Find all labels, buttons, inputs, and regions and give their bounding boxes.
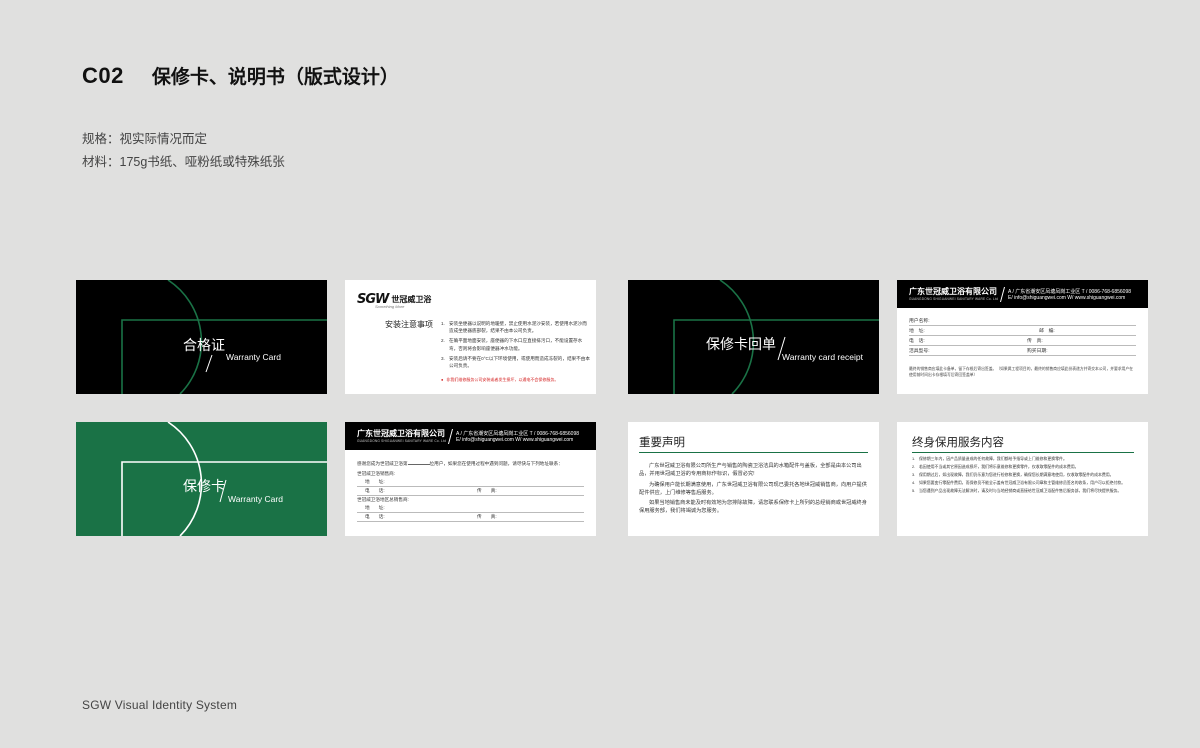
intro-text: 感谢您成为世冠威卫浴第 位用户，如果您在使用过程中遇到问题，请尽快与下列地址联系：: [357, 461, 563, 466]
service-list: 1. 保修期三年内，因产品质量造成的任何故障，我们都给予指导或上门维修和更换零件。…: [912, 456, 1134, 496]
list-item: 4. 如果您要变行零配件费用，而保修员不能全示盖有世冠威卫浴有限公司章和主管维修员…: [912, 480, 1126, 486]
receipt-en-label: Warranty card receipt: [782, 352, 863, 362]
list-item: 3. 安装后请不要在0°C以下环境使用，或使用而造成冻裂的，结果不由本公司负责。: [441, 355, 590, 369]
install-list: 1. 安装坐便器以说明的地暖壁，禁止使用水泥沙安装，若使用水泥沙而造成坐便器底部裂…: [441, 320, 591, 372]
bullet-icon: ●: [441, 377, 444, 382]
company-name-en: GUANGDONG SHIGUANWEI SANITARY WARE Co. L…: [357, 439, 447, 443]
warranty-form: 感谢您成为世冠威卫浴第 位用户，如果您在使用过程中遇到问题，请尽快与下列地址联系：…: [357, 460, 584, 522]
form-row: 电 话: 传 真:: [909, 336, 1136, 346]
certificate-card: 合格证 Warranty Card: [76, 280, 327, 394]
company-name: 广东世冠威卫浴有限公司: [909, 287, 997, 296]
dealer-title: 世冠威卫浴销售商:: [357, 471, 396, 476]
region-title: 世冠威卫浴地区总销售商:: [357, 497, 409, 502]
company-address: A / 广东省潮安区凤塘凤岗工业区 T / 0086-768-6856098: [456, 431, 580, 437]
company-web: E/ info@shiguangwei.com W/ www.shiguangw…: [1008, 295, 1126, 301]
receipt-card: 保修卡回单 Warranty card receipt: [628, 280, 879, 394]
warranty-cn-label: 保修卡: [183, 478, 225, 494]
service-card: 终身保用服务内容 1. 保修期三年内，因产品质量造成的任何故障，我们都给予指导或上…: [897, 422, 1148, 536]
title-rule: [639, 452, 868, 454]
certificate-cn-label: 合格证: [183, 337, 225, 353]
paragraph: 如果当地销售商未能及时有效地为您排除故障，请您联系保修卡上所列的总经销商或世冠威…: [639, 500, 867, 515]
statement-card: 重要声明 广东世冠威卫浴有限公司所生产与销售的陶瓷卫浴洁具的水箱配件与盖板，全部…: [628, 422, 879, 536]
form-row: 洁具型号: 购买日期:: [909, 346, 1136, 356]
paragraph: 为确保用户能长期满意使用，广东世冠威卫浴有限公司现已委托各地世冠威销售商，向用户…: [639, 481, 867, 496]
form-row: 电 话: 传 真:: [357, 487, 584, 496]
paragraph: 广东世冠威卫浴有限公司所生产与销售的陶瓷卫浴洁具的水箱配件与盖板，全部是由本公司…: [639, 463, 862, 478]
form-row: 用户名称:: [909, 316, 1136, 326]
warranty-card: 保修卡 Warranty Card: [76, 422, 327, 536]
form-row: 电 话: 传 真:: [357, 513, 584, 522]
company-address: A / 广东省潮安区凤塘凤岗工业区 T / 0086-768-6856098: [1008, 289, 1132, 295]
warranty-en-label: Warranty Card: [228, 494, 283, 504]
section-title: 保修卡、说明书（版式设计）: [151, 67, 399, 88]
title-rule: [912, 452, 1134, 454]
logo-subtitle: Something More: [375, 304, 405, 309]
form-row: 地 址: 邮 编:: [909, 326, 1136, 336]
company-header-bar: 广东世冠威卫浴有限公司 GUANGDONG SHIGUANWEI SANITAR…: [897, 280, 1148, 308]
certificate-en-label: Warranty Card: [226, 352, 281, 362]
company-name-en: GUANGDONG SHIGUANWEI SANITARY WARE Co. L…: [909, 297, 999, 301]
receipt-cn-label: 保修卡回单: [706, 336, 776, 352]
spec-size: 规格：视实际情况而定: [82, 132, 208, 146]
receipt-form-card: 广东世冠威卫浴有限公司 GUANGDONG SHIGUANWEI SANITAR…: [897, 280, 1148, 394]
form-row: 地 址:: [357, 477, 584, 487]
service-title: 终身保用服务内容: [912, 437, 1004, 449]
receipt-note: 最终的销售商应填此卡备单，留下存根后寄出签盖。（如果属工程项目的，最终的销售商应…: [909, 367, 1134, 377]
company-web: E/ info@shiguangwei.com W/ www.shiguangw…: [456, 437, 574, 443]
company-name: 广东世冠威卫浴有限公司: [357, 429, 445, 438]
warranty-form-card: 广东世冠威卫浴有限公司 GUANGDONG SHIGUANWEI SANITAR…: [345, 422, 596, 536]
install-title: 安装注意事项: [385, 320, 433, 329]
separator: [999, 287, 1006, 302]
company-header-bar: 广东世冠威卫浴有限公司 GUANGDONG SHIGUANWEI SANITAR…: [345, 422, 596, 450]
section-code: C02: [82, 63, 124, 88]
page-header: C02 保修卡、说明书（版式设计）: [82, 62, 399, 89]
list-item: 1. 安装坐便器以说明的地暖壁，禁止使用水泥沙安装，若使用水泥沙而造成坐便器底部裂…: [441, 321, 587, 334]
form-row: 地 址:: [357, 503, 584, 513]
install-notice-card: SGW 世冠威卫浴 Something More 安装注意事项 1. 安装坐便器以…: [345, 280, 596, 394]
statement-body: 广东世冠威卫浴有限公司所生产与销售的陶瓷卫浴洁具的水箱配件与盖板，全部是由本公司…: [639, 462, 868, 518]
install-warning: ● 非我们维修服务公司安装或者发生损坏，以通电不会保修服务。: [441, 377, 559, 382]
receipt-form: 用户名称: 地 址: 邮 编: 电 话: 传 真: 洁具型号: 购买日期:: [909, 316, 1136, 356]
list-item: 2. 若因使用不当或其它原因造成损坏，我们将乐意维修和更换零件，仅收取零配件的成本…: [912, 464, 1079, 470]
list-item: 5. 当您遇到产品出现故障无法解决时，请及时与当地经销商或直接给世冠威卫浴配件售后…: [912, 488, 1122, 494]
list-item: 1. 保修期三年内，因产品质量造成的任何故障，我们都给予指导或上门维修和更换零件。: [912, 456, 1067, 461]
list-item: 3. 保用期过后，如出现故障，我们仍乐意为您进行检修和更换，确保您长期满意地使用，…: [912, 472, 1114, 478]
list-item: 2. 在确平面地面安装，座便器的下水口应直接排污口，不能设置存水弯，否则将会影响座…: [441, 338, 583, 351]
spec-material: 材料：175g书纸、哑粉纸或特殊纸张: [82, 155, 285, 169]
statement-title: 重要声明: [639, 437, 685, 449]
footer-text: SGW Visual Identity System: [82, 698, 238, 712]
separator: [447, 429, 454, 444]
